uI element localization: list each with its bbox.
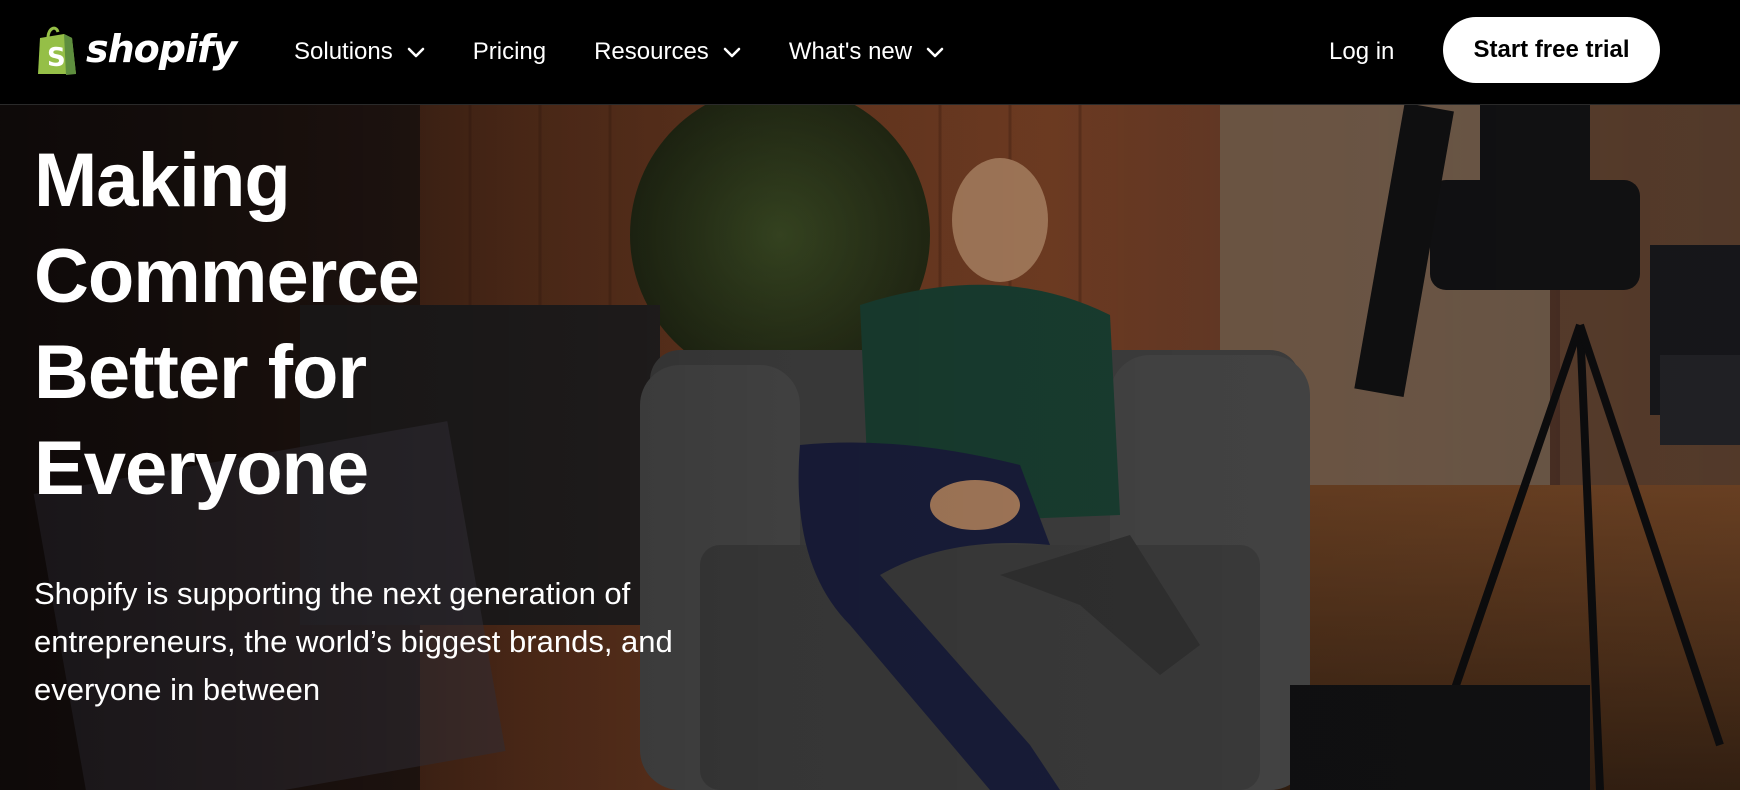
login-link[interactable]: Log in (1329, 0, 1394, 104)
headline-line: Better for (34, 330, 367, 415)
headline-line: Everyone (34, 426, 369, 511)
hero-subheading: Shopify is supporting the next generatio… (34, 576, 673, 707)
nav-item-label: Solutions (294, 38, 393, 65)
nav-item-whats-new[interactable]: What's new (789, 38, 944, 66)
nav-item-pricing[interactable]: Pricing (473, 38, 546, 66)
nav-item-label: Pricing (472, 38, 547, 65)
chevron-down-icon (926, 46, 944, 58)
nav-item-resources[interactable]: Resources (594, 38, 741, 66)
chevron-down-icon (723, 46, 741, 58)
top-navigation: S shopify Solutions Pricing Resources Wh… (0, 0, 1740, 105)
headline-line: Making (34, 138, 291, 223)
nav-item-label: Resources (594, 38, 709, 65)
headline-line: Commerce (34, 234, 420, 319)
chevron-down-icon (407, 46, 425, 58)
hero-headline: Making Commerce Better for Everyone (34, 133, 734, 517)
primary-nav: Solutions Pricing Resources What's new (294, 0, 992, 104)
nav-item-solutions[interactable]: Solutions (294, 38, 425, 66)
nav-item-label: What's new (788, 38, 913, 65)
hero-section: Making Commerce Better for Everyone Shop… (0, 105, 1740, 790)
shopify-homepage: S shopify Solutions Pricing Resources Wh… (0, 0, 1740, 790)
shopify-bag-icon: S (38, 26, 76, 75)
shopify-logo[interactable]: S shopify (34, 22, 237, 80)
start-free-trial-button[interactable]: Start free trial (1443, 17, 1660, 83)
logo-wordmark: shopify (86, 27, 237, 71)
svg-text:S: S (47, 43, 66, 73)
